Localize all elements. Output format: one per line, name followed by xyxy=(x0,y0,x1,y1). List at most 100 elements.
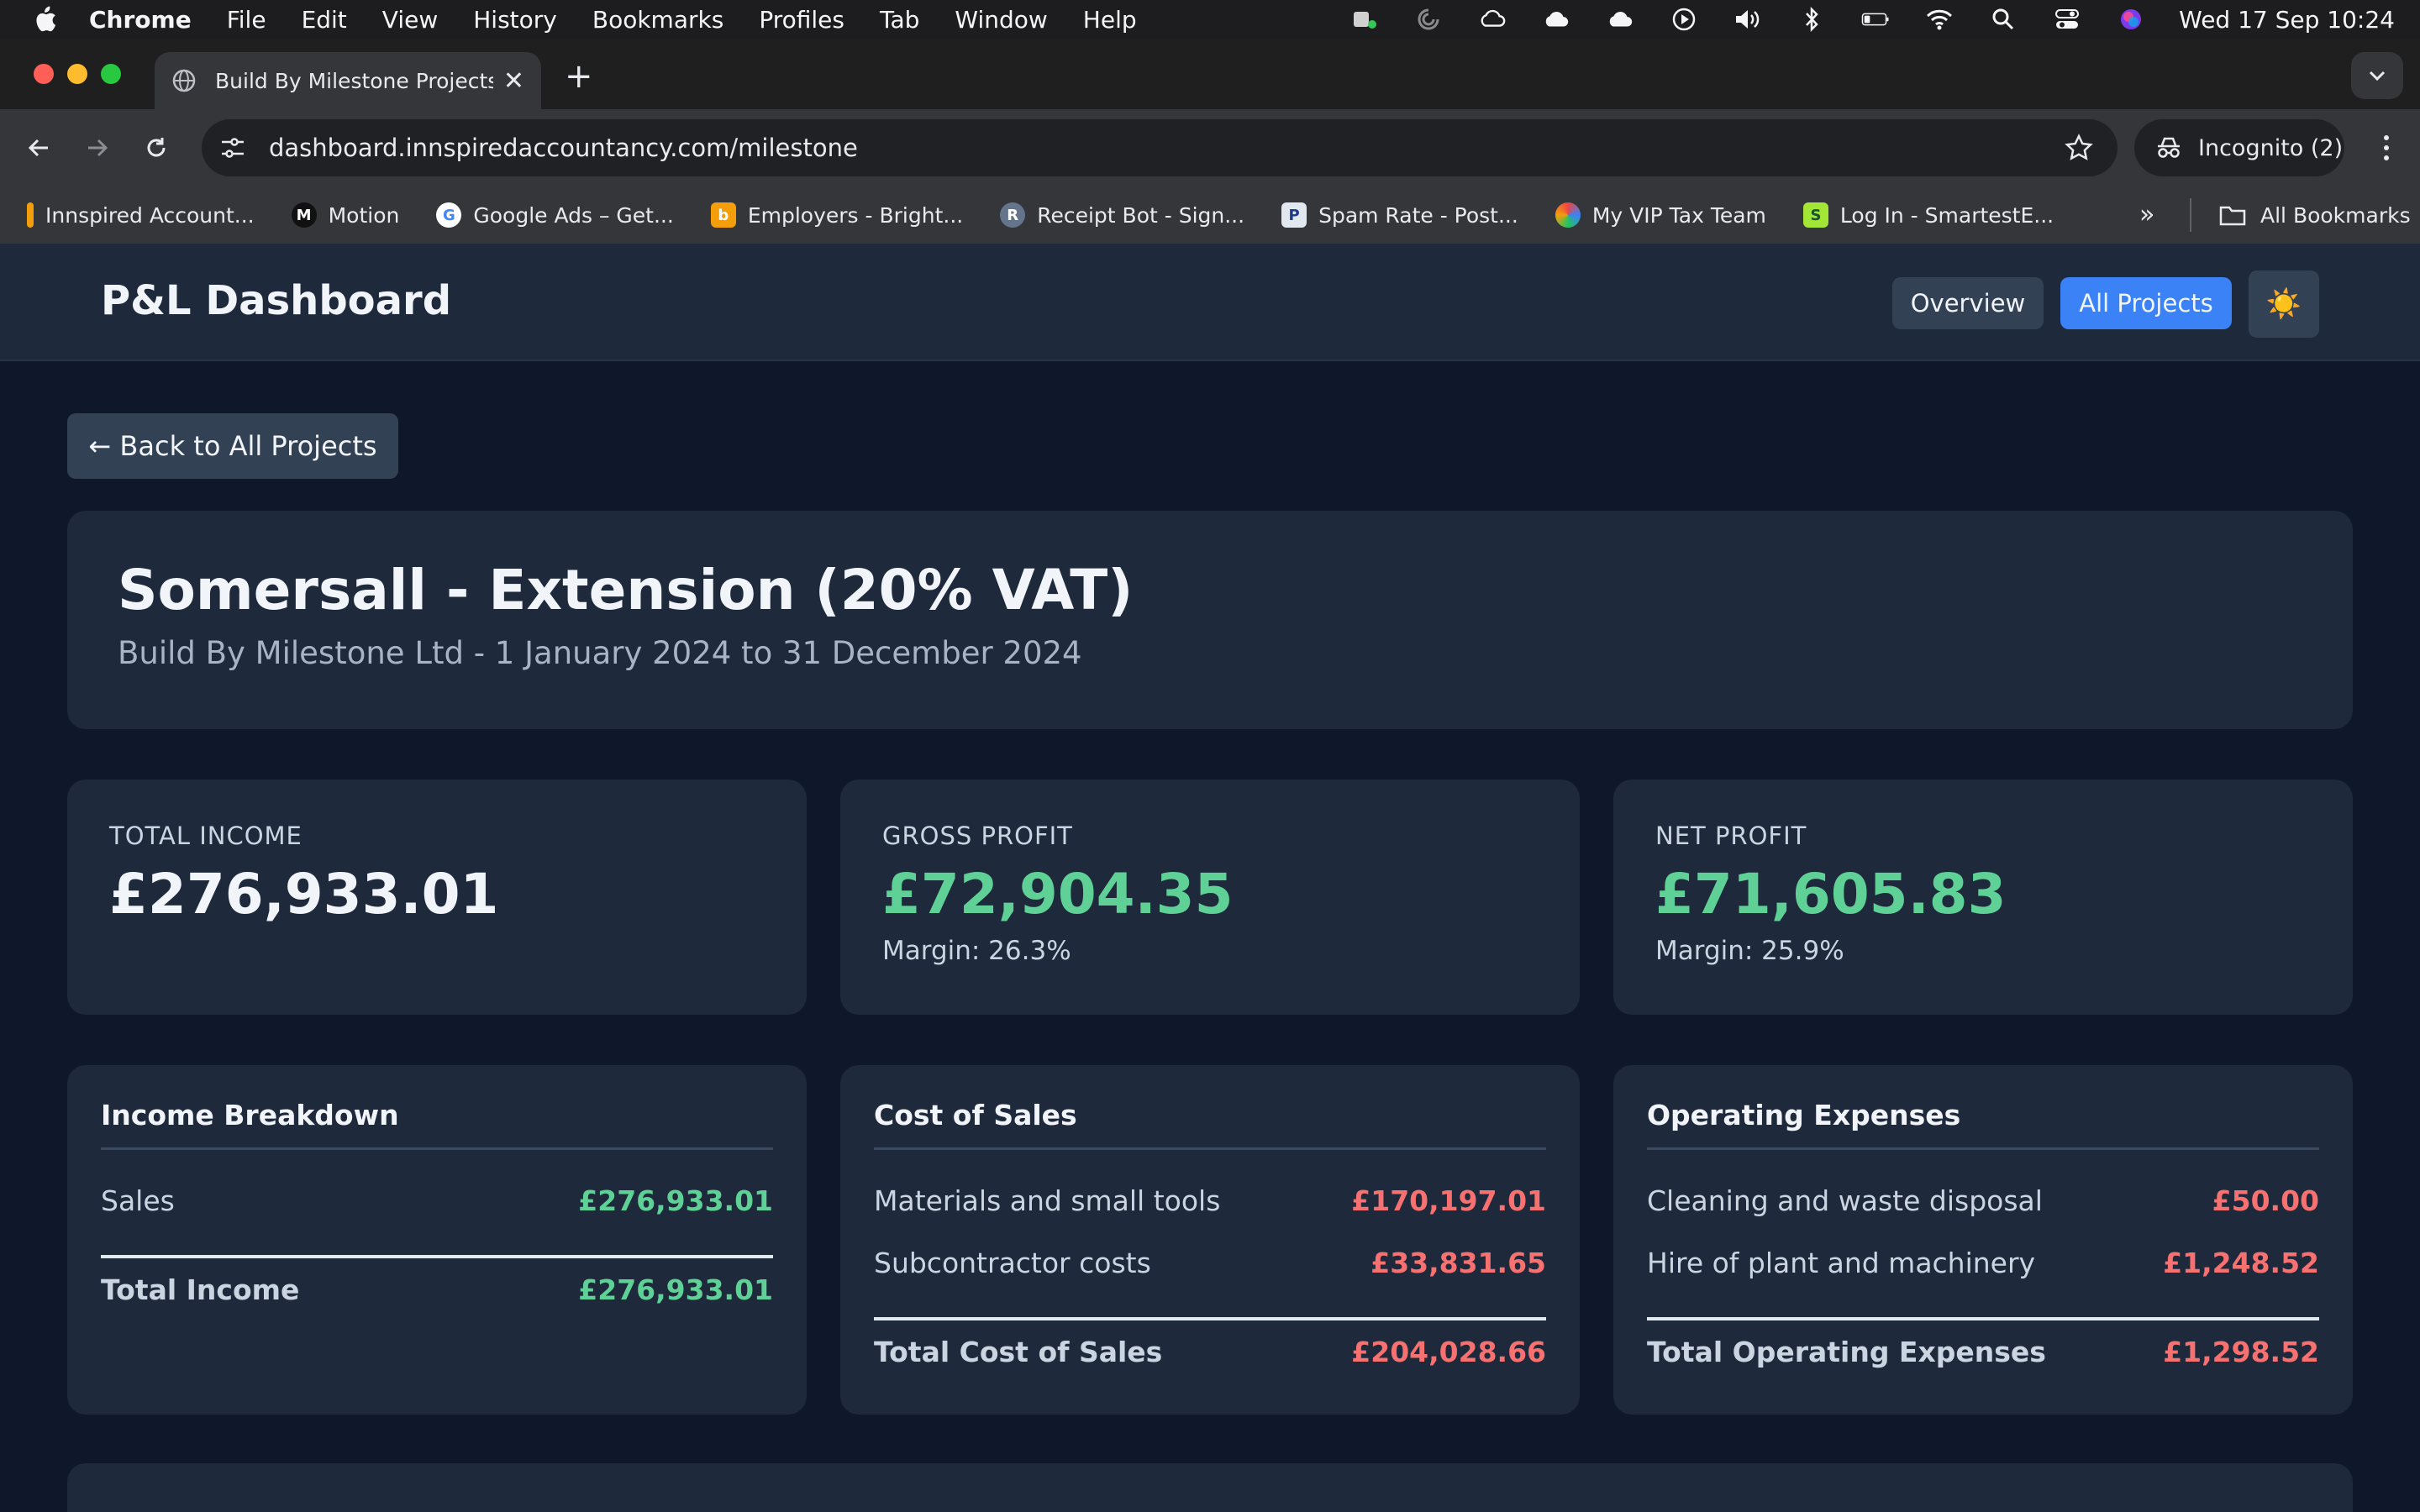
minimize-window-button[interactable] xyxy=(67,64,87,84)
total-divider xyxy=(874,1317,1546,1320)
total-label: Total Operating Expenses xyxy=(1647,1336,2046,1368)
total-row: Total Income £276,933.01 xyxy=(101,1273,773,1306)
menu-edit[interactable]: Edit xyxy=(302,6,347,34)
kpi-label: NET PROFIT xyxy=(1655,822,1807,850)
kpi-value: £71,605.83 xyxy=(1655,862,2007,927)
folder-icon xyxy=(2219,206,2246,226)
menu-window[interactable]: Window xyxy=(955,6,1047,34)
bookmark-label: My VIP Tax Team xyxy=(1591,202,1766,228)
bluetooth-icon[interactable] xyxy=(1797,7,1826,32)
reload-icon xyxy=(147,138,166,157)
menu-app-name[interactable]: Chrome xyxy=(89,6,192,34)
line-item-row: Materials and small tools £170,197.01 xyxy=(874,1184,1546,1217)
line-item-label: Materials and small tools xyxy=(874,1184,1221,1217)
menu-bookmarks[interactable]: Bookmarks xyxy=(592,6,723,34)
kpi-label: TOTAL INCOME xyxy=(109,822,302,850)
apple-icon[interactable] xyxy=(32,5,60,34)
maximize-window-button[interactable] xyxy=(101,64,121,84)
line-item-label: Sales xyxy=(101,1184,175,1217)
incognito-profile-button[interactable]: Incognito (2) xyxy=(2134,119,2344,176)
menu-clock[interactable]: Wed 17 Sep 10:24 xyxy=(2179,6,2395,34)
bookmark-label: Log In - SmartestE... xyxy=(1839,202,2054,228)
google-favicon: G xyxy=(436,202,462,228)
teams-icon[interactable] xyxy=(1350,7,1379,32)
bookmark-motion[interactable]: M Motion xyxy=(291,202,399,228)
bookmark-vip-tax[interactable]: My VIP Tax Team xyxy=(1555,202,1766,228)
close-tab-icon[interactable]: ✕ xyxy=(503,66,524,96)
bookmark-google-ads[interactable]: G Google Ads – Get... xyxy=(436,202,674,228)
project-header-card: Somersall - Extension (20% VAT) Build By… xyxy=(67,511,2353,729)
dashboard-page: P&L Dashboard Overview All Projects ☀️ ←… xyxy=(0,244,2420,1512)
viptax-favicon xyxy=(1555,202,1581,228)
menu-history[interactable]: History xyxy=(473,6,557,34)
cloud-sync-icon[interactable] xyxy=(1478,7,1507,32)
chevron-down-icon xyxy=(2369,71,2386,81)
siri-icon[interactable] xyxy=(2117,7,2145,32)
line-item-row: Hire of plant and machinery £1,248.52 xyxy=(1647,1247,2319,1279)
kpi-margin: Margin: 25.9% xyxy=(1655,936,1844,966)
back-nav-button[interactable] xyxy=(18,128,59,168)
loading-spiral-icon[interactable] xyxy=(1414,7,1443,32)
line-item-value: £1,248.52 xyxy=(2163,1247,2319,1279)
bookmark-label: Spam Rate - Post... xyxy=(1318,202,1518,228)
wifi-icon[interactable] xyxy=(1925,7,1954,32)
menu-file[interactable]: File xyxy=(227,6,266,34)
url-text[interactable]: dashboard.innspiredaccountancy.com/miles… xyxy=(269,134,2064,162)
card-title: Income Breakdown xyxy=(101,1099,399,1131)
title-divider xyxy=(874,1147,1546,1150)
receiptbot-favicon: R xyxy=(1000,202,1026,228)
onedrive-icon[interactable] xyxy=(1606,7,1634,32)
menu-tab[interactable]: Tab xyxy=(880,6,919,34)
spotlight-search-icon[interactable] xyxy=(1989,7,2018,32)
line-item-row: Sales £276,933.01 xyxy=(101,1184,773,1217)
window-controls xyxy=(34,64,134,84)
theme-toggle-button[interactable]: ☀️ xyxy=(2249,270,2319,338)
close-window-button[interactable] xyxy=(34,64,54,84)
bookmark-star-icon[interactable] xyxy=(2064,133,2094,163)
battery-icon[interactable] xyxy=(1861,7,1890,32)
reload-button[interactable] xyxy=(136,128,176,168)
address-bar[interactable]: dashboard.innspiredaccountancy.com/miles… xyxy=(202,119,2118,176)
total-row: Total Cost of Sales £204,028.66 xyxy=(874,1336,1546,1368)
cost-of-sales-card: Cost of Sales Materials and small tools … xyxy=(840,1065,1580,1415)
overview-nav-button[interactable]: Overview xyxy=(1892,277,2044,329)
all-projects-nav-button[interactable]: All Projects xyxy=(2060,277,2232,329)
title-divider xyxy=(1647,1147,2319,1150)
menu-help[interactable]: Help xyxy=(1083,6,1137,34)
kpi-net-profit: NET PROFIT £71,605.83 Margin: 25.9% xyxy=(1613,780,2353,1015)
line-item-value: £170,197.01 xyxy=(1351,1184,1546,1217)
bookmark-spam-rate[interactable]: P Spam Rate - Post... xyxy=(1281,202,1518,228)
play-circle-icon[interactable] xyxy=(1670,7,1698,32)
menu-profiles[interactable]: Profiles xyxy=(759,6,844,34)
sun-icon: ☀️ xyxy=(2265,287,2302,321)
forward-nav-button[interactable] xyxy=(77,128,118,168)
active-tab[interactable]: Build By Milestone Projects D ✕ xyxy=(155,52,541,109)
bookmark-innspired[interactable]: Innspired Account... xyxy=(27,202,255,228)
menu-view[interactable]: View xyxy=(382,6,438,34)
line-item-value: £276,933.01 xyxy=(578,1184,773,1217)
new-tab-button[interactable]: + xyxy=(565,57,593,96)
volume-icon[interactable] xyxy=(1733,7,1762,32)
incognito-label: Incognito (2) xyxy=(2198,134,2344,161)
arrow-left-icon xyxy=(28,139,48,157)
total-value: £204,028.66 xyxy=(1351,1336,1546,1368)
icloud-icon[interactable] xyxy=(1542,7,1570,32)
browser-menu-button[interactable] xyxy=(2370,129,2403,166)
bookmark-smartest[interactable]: S Log In - SmartestE... xyxy=(1802,202,2054,228)
control-center-icon[interactable] xyxy=(2053,7,2081,32)
kpi-margin: Margin: 26.3% xyxy=(882,936,1071,966)
more-bookmarks-button[interactable]: » xyxy=(2139,200,2154,229)
card-title: Operating Expenses xyxy=(1647,1099,1961,1131)
bookmark-label: Innspired Account... xyxy=(45,202,255,228)
total-divider xyxy=(1647,1317,2319,1320)
smartest-favicon: S xyxy=(1802,202,1828,228)
bookmark-receipt-bot[interactable]: R Receipt Bot - Sign... xyxy=(1000,202,1244,228)
card-title: Cost of Sales xyxy=(874,1099,1077,1131)
total-label: Total Cost of Sales xyxy=(874,1336,1163,1368)
back-to-projects-button[interactable]: ← Back to All Projects xyxy=(67,413,398,479)
bookmark-brightpay[interactable]: b Employers - Bright... xyxy=(710,202,963,228)
all-bookmarks-button[interactable]: All Bookmarks xyxy=(2218,186,2411,244)
tab-search-button[interactable] xyxy=(2351,52,2403,99)
site-info-icon[interactable] xyxy=(218,134,247,162)
total-label: Total Income xyxy=(101,1273,300,1306)
